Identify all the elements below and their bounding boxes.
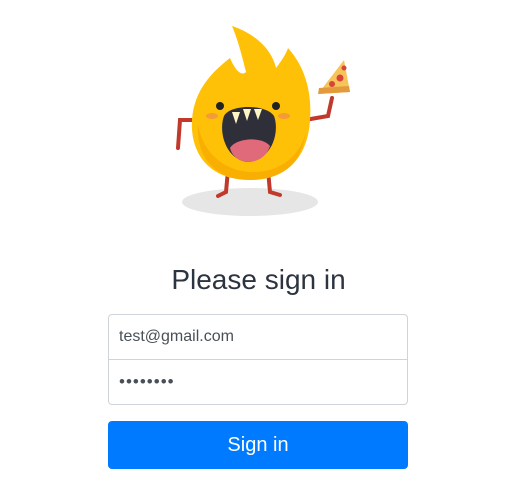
- flame-mascot-icon: [176, 26, 350, 216]
- password-field[interactable]: [108, 359, 408, 405]
- sign-in-button[interactable]: Sign in: [108, 421, 408, 469]
- login-page: Please sign in Sign in: [0, 0, 507, 502]
- page-title: Please sign in: [171, 264, 346, 295]
- email-field[interactable]: [108, 314, 408, 360]
- sign-in-form: Sign in: [108, 314, 408, 469]
